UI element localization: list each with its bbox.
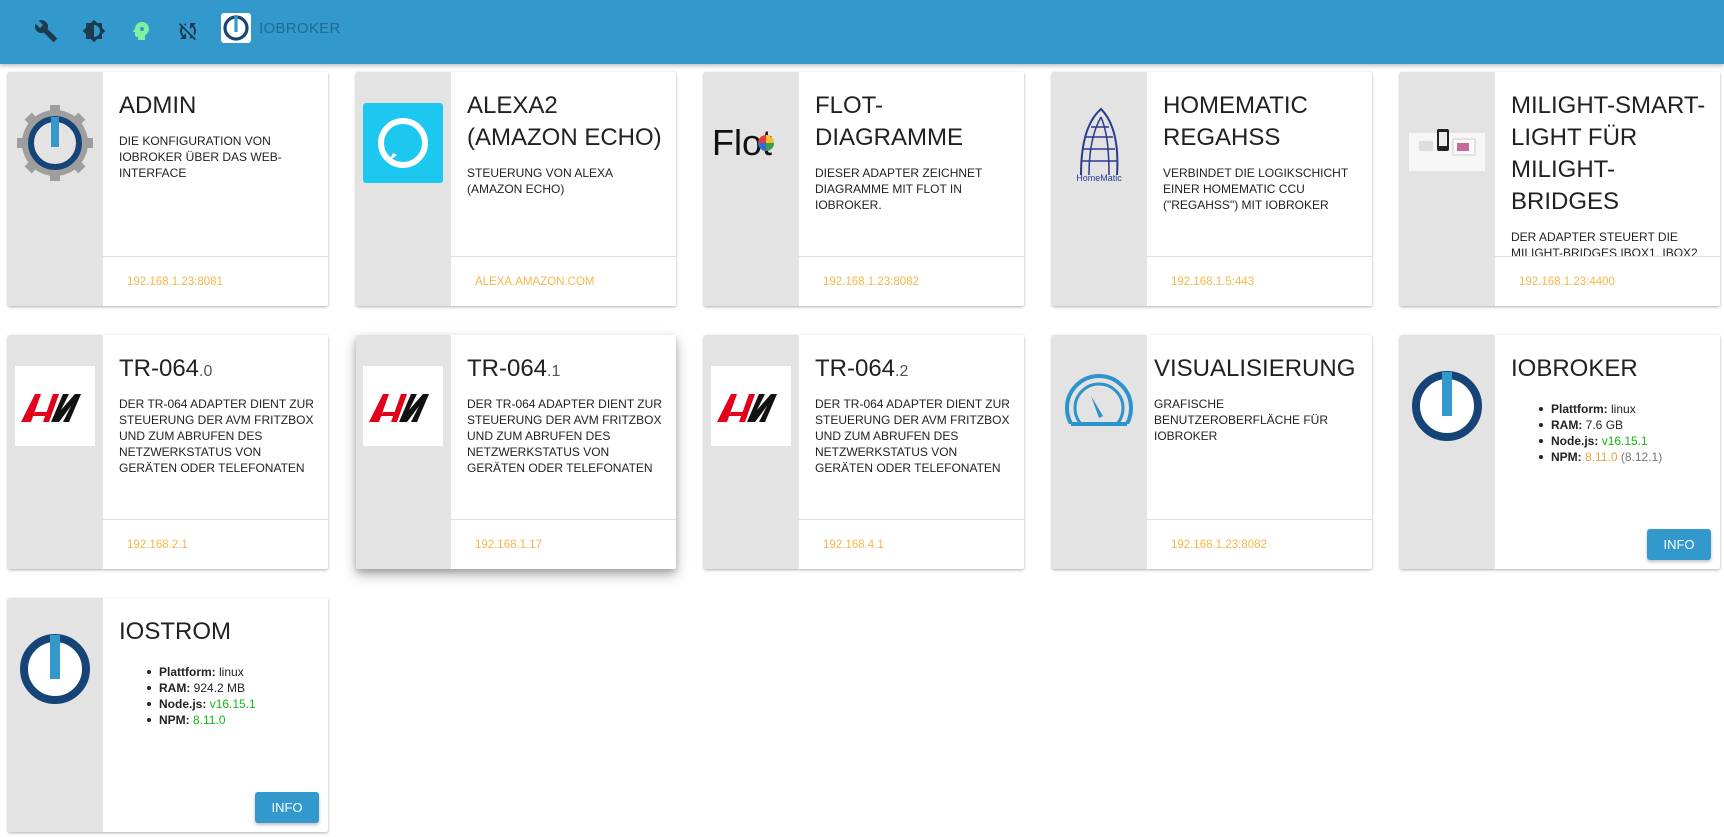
- card-body: MILIGHT-SMART-LIGHT FÜR MILIGHT-BRIDGES …: [1511, 90, 1712, 256]
- card-title: ADMIN: [119, 92, 197, 119]
- app-title: IOBROKER: [259, 20, 341, 37]
- card-body: VISUALISIERUNG GRAFISCHE BENUTZEROBERFLÄ…: [1154, 353, 1364, 519]
- homematic-icon: HomeMatic: [1059, 103, 1139, 183]
- card-footer: ALEXA.AMAZON.COM: [451, 256, 676, 306]
- host-info-list: Plattform: linux RAM: 7.6 GB Node.js: v1…: [1539, 401, 1712, 465]
- card-footer: 192.168.1.23:4400: [1495, 256, 1720, 306]
- adapter-card-admin: ADMIN DIE KONFIGURATION VON IOBROKER ÜBE…: [8, 72, 328, 306]
- adapter-card-homematic: HomeMatic HOMEMATIC REGAHSS VERBINDET DI…: [1052, 72, 1372, 306]
- adapter-card-tr064-2: TR-064.2 DER TR-064 ADAPTER DIENT ZUR ST…: [704, 335, 1024, 569]
- app-bar: IOBROKER: [0, 0, 1724, 64]
- host-platform: Plattform: linux: [147, 664, 320, 680]
- card-link[interactable]: 192.168.4.1: [823, 539, 884, 551]
- card-link[interactable]: 192.168.1.5:443: [1171, 276, 1254, 288]
- card-title: TR-064.0: [119, 355, 213, 382]
- iobroker-logo-icon[interactable]: [221, 13, 251, 43]
- host-ram: RAM: 7.6 GB: [1539, 417, 1712, 433]
- card-description: VERBINDET DIE LOGIKSCHICHT EINER HOMEMAT…: [1163, 166, 1348, 212]
- card-link[interactable]: 192.168.2.1: [127, 539, 188, 551]
- adapter-card-vis: VISUALISIERUNG GRAFISCHE BENUTZEROBERFLÄ…: [1052, 335, 1372, 569]
- card-title: VISUALISIERUNG: [1154, 355, 1356, 382]
- host-npm: NPM: 8.11.0 (8.12.1): [1539, 449, 1712, 465]
- card-link[interactable]: 192.168.1.17: [475, 539, 542, 551]
- card-body: ADMIN DIE KONFIGURATION VON IOBROKER ÜBE…: [119, 90, 320, 256]
- adapter-card-flot: Flot FLOT-DIAGRAMME DIESER ADAPTER ZEICH…: [704, 72, 1024, 306]
- card-description: STEUERUNG VON ALEXA (AMAZON ECHO): [467, 166, 613, 196]
- card-title: MILIGHT-SMART-LIGHT FÜR MILIGHT-BRIDGES: [1511, 92, 1706, 215]
- host-npm: NPM: 8.11.0: [147, 712, 320, 728]
- card-description: DIESER ADAPTER ZEICHNET DIAGRAMME MIT FL…: [815, 166, 983, 212]
- card-footer: 192.168.4.1: [799, 519, 1024, 569]
- info-button[interactable]: INFO: [255, 792, 319, 823]
- card-title: TR-064.1: [467, 355, 561, 382]
- card-description: GRAFISCHE BENUTZEROBERFLÄCHE FÜR IOBROKE…: [1154, 397, 1329, 443]
- host-card-iostrom: IOSTROM Plattform: linux RAM: 924.2 MB N…: [8, 598, 328, 832]
- vis-gauge-icon: [1059, 366, 1139, 446]
- card-footer: 192.168.1.23:8082: [799, 256, 1024, 306]
- card-body: ALEXA2 (AMAZON ECHO) STEUERUNG VON ALEXA…: [467, 90, 668, 256]
- host-nodejs: Node.js: v16.15.1: [147, 696, 320, 712]
- refresh-sync-icon[interactable]: [170, 13, 206, 49]
- wrench-icon[interactable]: [28, 13, 64, 49]
- card-description: DIE KONFIGURATION VON IOBROKER ÜBER DAS …: [119, 134, 282, 180]
- card-title: IOSTROM: [119, 618, 231, 645]
- host-card-iobroker: IOBROKER Plattform: linux RAM: 7.6 GB No…: [1400, 335, 1720, 569]
- host-info-list: Plattform: linux RAM: 924.2 MB Node.js: …: [147, 664, 320, 728]
- avm-icon: [363, 366, 443, 446]
- card-description: DER TR-064 ADAPTER DIENT ZUR STEUERUNG D…: [467, 397, 662, 475]
- card-title: IOBROKER: [1511, 355, 1638, 382]
- card-link[interactable]: 192.168.1.23:8082: [1171, 539, 1267, 551]
- host-platform: Plattform: linux: [1539, 401, 1712, 417]
- avm-icon: [15, 366, 95, 446]
- card-footer: 192.168.1.17: [451, 519, 676, 569]
- card-body: TR-064.2 DER TR-064 ADAPTER DIENT ZUR ST…: [815, 353, 1016, 519]
- host-ram: RAM: 924.2 MB: [147, 680, 320, 696]
- card-link[interactable]: ALEXA.AMAZON.COM: [475, 276, 595, 288]
- avm-icon: [711, 366, 791, 446]
- flot-icon: Flot: [711, 103, 791, 183]
- card-title: TR-064.2: [815, 355, 909, 382]
- card-description: DER ADAPTER STEUERT DIE MILIGHT-BRIDGES …: [1511, 230, 1698, 256]
- card-link[interactable]: 192.168.1.23:8081: [127, 276, 223, 288]
- host-nodejs: Node.js: v16.15.1: [1539, 433, 1712, 449]
- alexa-icon: [363, 103, 443, 183]
- homematic-logo-text: HomeMatic: [1076, 173, 1122, 183]
- adapter-card-alexa2: ALEXA2 (AMAZON ECHO) STEUERUNG VON ALEXA…: [356, 72, 676, 306]
- expert-mode-head-icon[interactable]: [123, 13, 159, 49]
- card-title: ALEXA2 (AMAZON ECHO): [467, 92, 662, 151]
- card-footer: 192.168.1.23:8082: [1147, 519, 1372, 569]
- iobroker-host-icon: [15, 629, 95, 709]
- card-title: FLOT-DIAGRAMME: [815, 92, 964, 151]
- adapter-card-tr064-0: TR-064.0 DER TR-064 ADAPTER DIENT ZUR ST…: [8, 335, 328, 569]
- card-footer: 192.168.1.5:443: [1147, 256, 1372, 306]
- card-body: FLOT-DIAGRAMME DIESER ADAPTER ZEICHNET D…: [815, 90, 1016, 256]
- adapter-card-tr064-1: TR-064.1 DER TR-064 ADAPTER DIENT ZUR ST…: [356, 335, 676, 569]
- admin-gear-icon: [15, 103, 95, 183]
- milight-icon: [1407, 103, 1487, 183]
- theme-gear-icon[interactable]: [76, 13, 112, 49]
- card-footer: 192.168.1.23:8081: [103, 256, 328, 306]
- card-title: HOMEMATIC REGAHSS: [1163, 92, 1308, 151]
- card-description: DER TR-064 ADAPTER DIENT ZUR STEUERUNG D…: [815, 397, 1010, 475]
- card-body: HOMEMATIC REGAHSS VERBINDET DIE LOGIKSCH…: [1163, 90, 1364, 256]
- info-button[interactable]: INFO: [1647, 529, 1711, 560]
- card-footer: 192.168.2.1: [103, 519, 328, 569]
- card-body: TR-064.1 DER TR-064 ADAPTER DIENT ZUR ST…: [467, 353, 668, 519]
- card-link[interactable]: 192.168.1.23:4400: [1519, 276, 1615, 288]
- adapter-card-milight: MILIGHT-SMART-LIGHT FÜR MILIGHT-BRIDGES …: [1400, 72, 1720, 306]
- iobroker-host-icon: [1407, 366, 1487, 446]
- card-link[interactable]: 192.168.1.23:8082: [823, 276, 919, 288]
- card-description: DER TR-064 ADAPTER DIENT ZUR STEUERUNG D…: [119, 397, 314, 475]
- card-body: TR-064.0 DER TR-064 ADAPTER DIENT ZUR ST…: [119, 353, 320, 519]
